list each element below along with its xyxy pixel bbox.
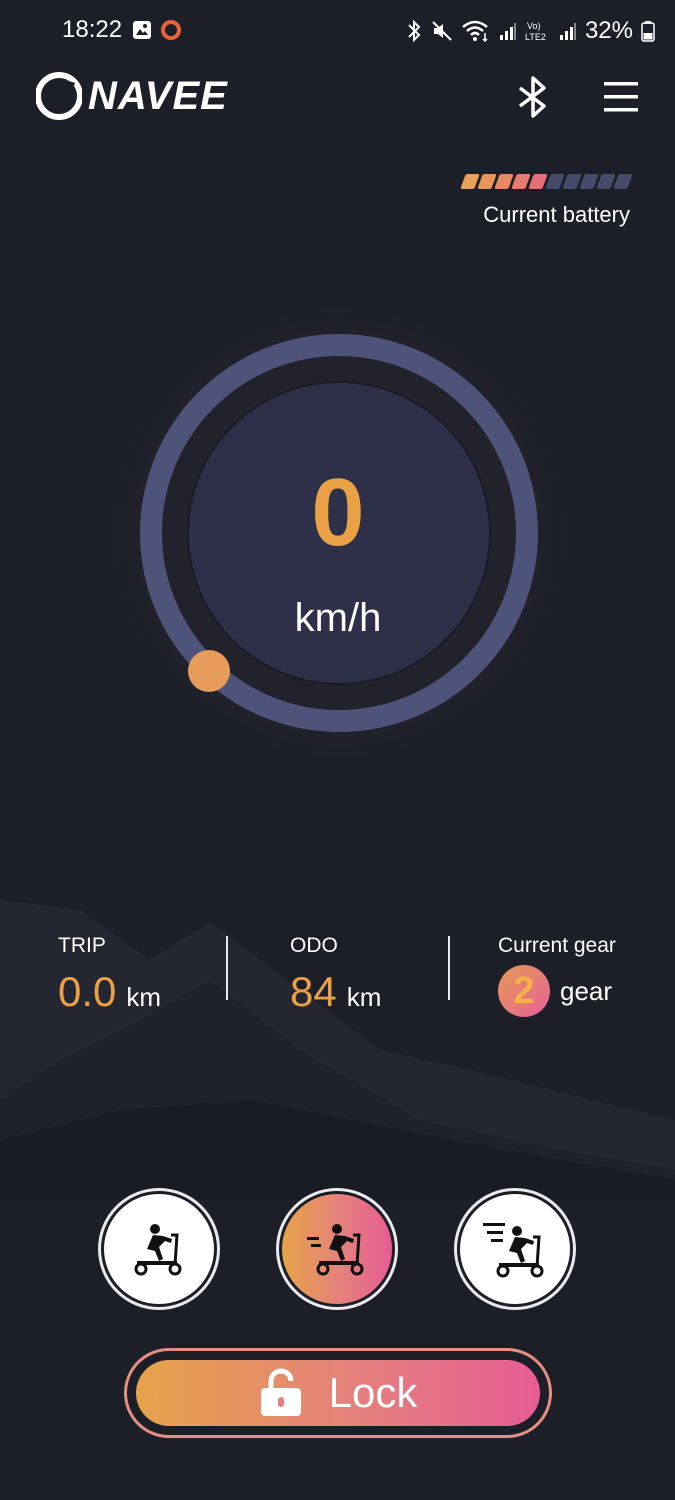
odo-value-row: 84 km xyxy=(290,968,381,1016)
lock-button[interactable]: Lock xyxy=(124,1348,552,1438)
speed-indicator-knob xyxy=(188,650,230,692)
gear-label: Current gear xyxy=(498,934,616,957)
status-icons: Vo) LTE2 32% xyxy=(405,16,655,46)
status-time: 18:22 xyxy=(62,16,123,43)
odo-unit: km xyxy=(346,982,382,1012)
record-icon xyxy=(161,20,181,40)
bluetooth-button[interactable] xyxy=(510,74,556,120)
lock-button-face: Lock xyxy=(136,1360,540,1426)
odo-value: 84 xyxy=(290,968,337,1015)
brand-logo: NAVEE xyxy=(36,70,228,122)
brand-name: NAVEE xyxy=(88,73,228,118)
speed-unit: km/h xyxy=(294,596,382,640)
mute-icon xyxy=(432,21,452,41)
bluetooth-icon xyxy=(408,19,421,43)
sport-mode-button[interactable] xyxy=(454,1188,576,1310)
divider xyxy=(226,936,228,1000)
navee-logo-icon xyxy=(36,72,82,120)
odo-label: ODO xyxy=(290,934,338,957)
image-icon xyxy=(133,21,151,39)
speed-value: 0 xyxy=(311,459,365,566)
battery-label: Current battery xyxy=(483,202,630,227)
trip-unit: km xyxy=(126,982,162,1012)
scooter-rider-medium-speed-icon xyxy=(307,1224,364,1276)
walk-mode-button[interactable] xyxy=(98,1188,220,1310)
svg-text:Vo): Vo) xyxy=(527,21,541,31)
gear-unit: gear xyxy=(560,975,613,1006)
trip-value: 0.0 xyxy=(58,968,117,1015)
mode-button-face xyxy=(282,1194,392,1304)
battery-icon xyxy=(641,21,655,42)
battery-level-bar xyxy=(460,174,633,189)
unlock-icon xyxy=(260,1368,301,1416)
wifi-icon xyxy=(462,20,488,43)
lock-label: Lock xyxy=(328,1369,418,1416)
menu-icon[interactable] xyxy=(600,76,642,118)
divider xyxy=(448,936,450,1000)
standard-mode-button[interactable] xyxy=(276,1188,398,1310)
mode-button-face xyxy=(104,1194,214,1304)
scooter-rider-fast-icon xyxy=(483,1223,544,1278)
battery-percent: 32% xyxy=(584,17,633,44)
gear-badge: 2 xyxy=(498,965,550,1017)
trip-label: TRIP xyxy=(58,934,106,957)
gear-row: 2 gear xyxy=(498,965,612,1017)
mode-button-face xyxy=(460,1194,570,1304)
volte-icon: Vo) LTE2 xyxy=(525,21,546,42)
battery-segment-empty xyxy=(613,174,633,189)
trip-value-row: 0.0 km xyxy=(58,968,161,1016)
svg-text:LTE2: LTE2 xyxy=(525,32,546,42)
signal-icon xyxy=(559,23,576,40)
scooter-rider-icon xyxy=(134,1224,182,1276)
signal-icon xyxy=(499,23,516,40)
